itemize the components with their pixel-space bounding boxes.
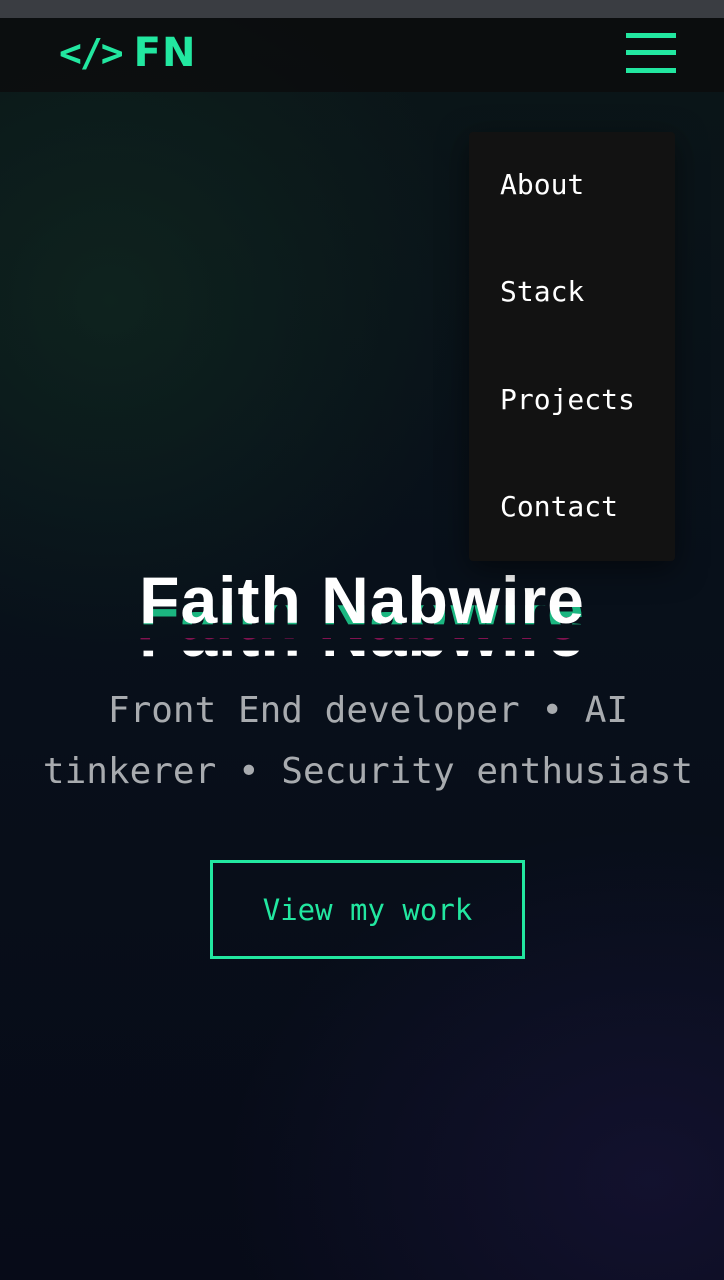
hamburger-menu-icon[interactable] bbox=[626, 33, 676, 75]
hero-tagline: Front End developer • AI tinkerer • Secu… bbox=[42, 690, 694, 792]
site-logo[interactable]: </> FN bbox=[59, 30, 197, 76]
hamburger-line bbox=[626, 68, 676, 73]
view-my-work-button[interactable]: View my work bbox=[210, 860, 525, 959]
nav-item-stack[interactable]: Stack bbox=[500, 272, 584, 312]
nav-item-contact[interactable]: Contact bbox=[500, 487, 618, 527]
nav-dropdown-menu: About Stack Projects Contact bbox=[469, 132, 675, 561]
logo-text: FN bbox=[133, 30, 197, 76]
hamburger-line bbox=[626, 50, 676, 55]
code-brackets-icon: </> bbox=[59, 31, 124, 75]
hamburger-line bbox=[626, 33, 676, 38]
status-bar bbox=[0, 0, 724, 18]
page: </> FN About Stack Projects Contact Fait… bbox=[0, 0, 724, 1280]
nav-item-projects[interactable]: Projects bbox=[500, 380, 635, 420]
hero-name-heading: Faith Nabwire Faith Nabwire Faith Nabwir… bbox=[0, 560, 724, 670]
nav-item-about[interactable]: About bbox=[500, 165, 584, 205]
hero-name-text: Faith Nabwire bbox=[139, 563, 585, 637]
